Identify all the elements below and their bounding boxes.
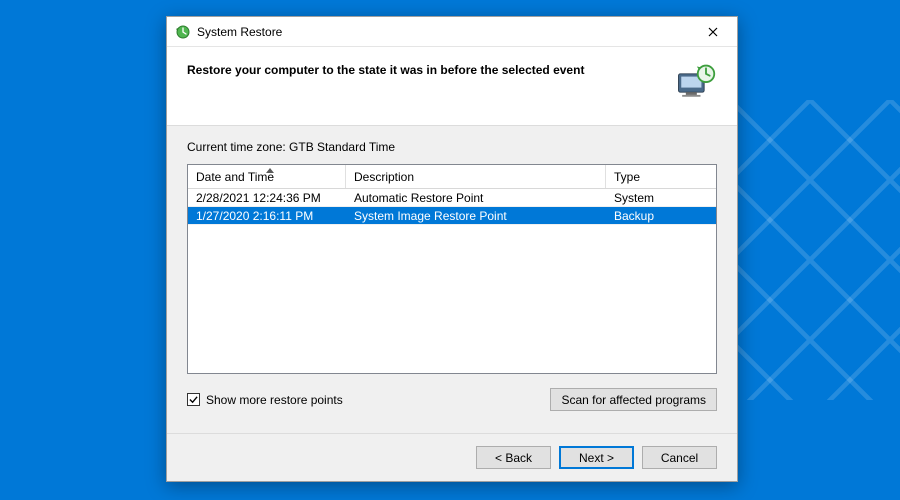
- restore-point-table: Date and Time Description Type 2/28/2021…: [187, 164, 717, 374]
- page-heading: Restore your computer to the state it wa…: [187, 61, 657, 77]
- cancel-button[interactable]: Cancel: [642, 446, 717, 469]
- close-button[interactable]: [693, 17, 733, 46]
- table-footer-row: Show more restore points Scan for affect…: [187, 388, 717, 411]
- column-header-description[interactable]: Description: [346, 165, 606, 188]
- column-header-type[interactable]: Type: [606, 165, 716, 188]
- window-title: System Restore: [197, 25, 693, 39]
- back-button[interactable]: < Back: [476, 446, 551, 469]
- show-more-label: Show more restore points: [206, 393, 343, 407]
- cell-description: Automatic Restore Point: [346, 191, 606, 205]
- wizard-footer: < Back Next > Cancel: [167, 433, 737, 481]
- header-pane: Restore your computer to the state it wa…: [167, 47, 737, 126]
- table-body: 2/28/2021 12:24:36 PM Automatic Restore …: [188, 189, 716, 373]
- cell-date: 1/27/2020 2:16:11 PM: [188, 209, 346, 223]
- cell-description: System Image Restore Point: [346, 209, 606, 223]
- titlebar: System Restore: [167, 17, 737, 47]
- table-header: Date and Time Description Type: [188, 165, 716, 189]
- cell-type: System: [606, 191, 716, 205]
- show-more-checkbox[interactable]: Show more restore points: [187, 393, 343, 407]
- content-area: Current time zone: GTB Standard Time Dat…: [167, 126, 737, 433]
- system-restore-icon: [175, 24, 191, 40]
- scan-affected-button[interactable]: Scan for affected programs: [550, 388, 717, 411]
- table-row[interactable]: 1/27/2020 2:16:11 PM System Image Restor…: [188, 207, 716, 225]
- restore-graphic-icon: [673, 61, 717, 105]
- column-header-date[interactable]: Date and Time: [188, 165, 346, 188]
- checkbox-icon: [187, 393, 200, 406]
- cell-type: Backup: [606, 209, 716, 223]
- timezone-label: Current time zone: GTB Standard Time: [187, 140, 717, 154]
- system-restore-dialog: System Restore Restore your computer to …: [166, 16, 738, 482]
- cell-date: 2/28/2021 12:24:36 PM: [188, 191, 346, 205]
- next-button[interactable]: Next >: [559, 446, 634, 469]
- table-row[interactable]: 2/28/2021 12:24:36 PM Automatic Restore …: [188, 189, 716, 207]
